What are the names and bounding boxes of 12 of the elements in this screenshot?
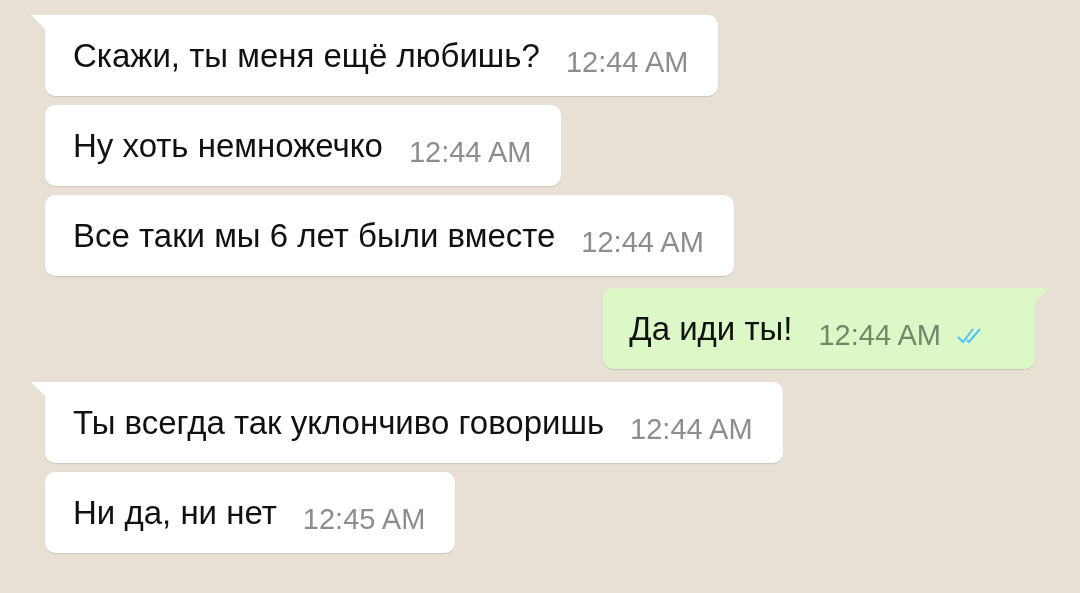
message-time: 12:44 AM (818, 319, 941, 352)
message-time: 12:44 AM (565, 46, 689, 79)
message-text: Ни да, ни нет (73, 493, 277, 532)
message-text: Да иди ты! (629, 309, 793, 348)
message-time: 12:44 AM (581, 226, 704, 259)
message-text: Все таки мы 6 лет были вместе (73, 216, 556, 255)
message-time: 12:44 AM (408, 136, 532, 169)
message-text: Ну хоть немножечко (73, 126, 383, 165)
message-text: Скажи, ты меня ещё любишь? (73, 36, 540, 75)
message-time: 12:44 AM (630, 413, 753, 446)
message-time: 12:45 AM (302, 503, 426, 536)
message-text: Ты всегда так уклончиво говоришь (73, 403, 605, 442)
